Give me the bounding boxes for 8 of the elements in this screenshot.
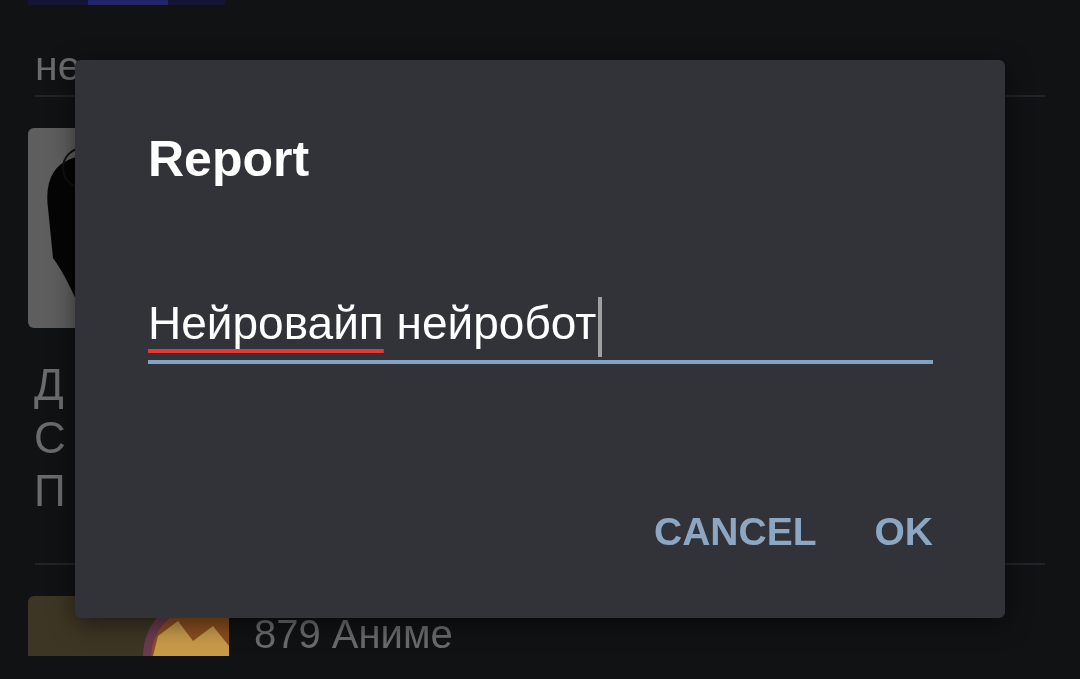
post-text: П [34, 465, 66, 517]
ok-button[interactable]: OK [864, 504, 943, 560]
post-text: С [34, 412, 66, 464]
post-text: Д [34, 359, 64, 411]
post-title: 879 Аниме [254, 611, 453, 657]
input-field[interactable]: Нейровайп нейробот [148, 288, 933, 364]
dialog-title: Report [148, 130, 310, 188]
cancel-button[interactable]: CANCEL [644, 504, 827, 560]
